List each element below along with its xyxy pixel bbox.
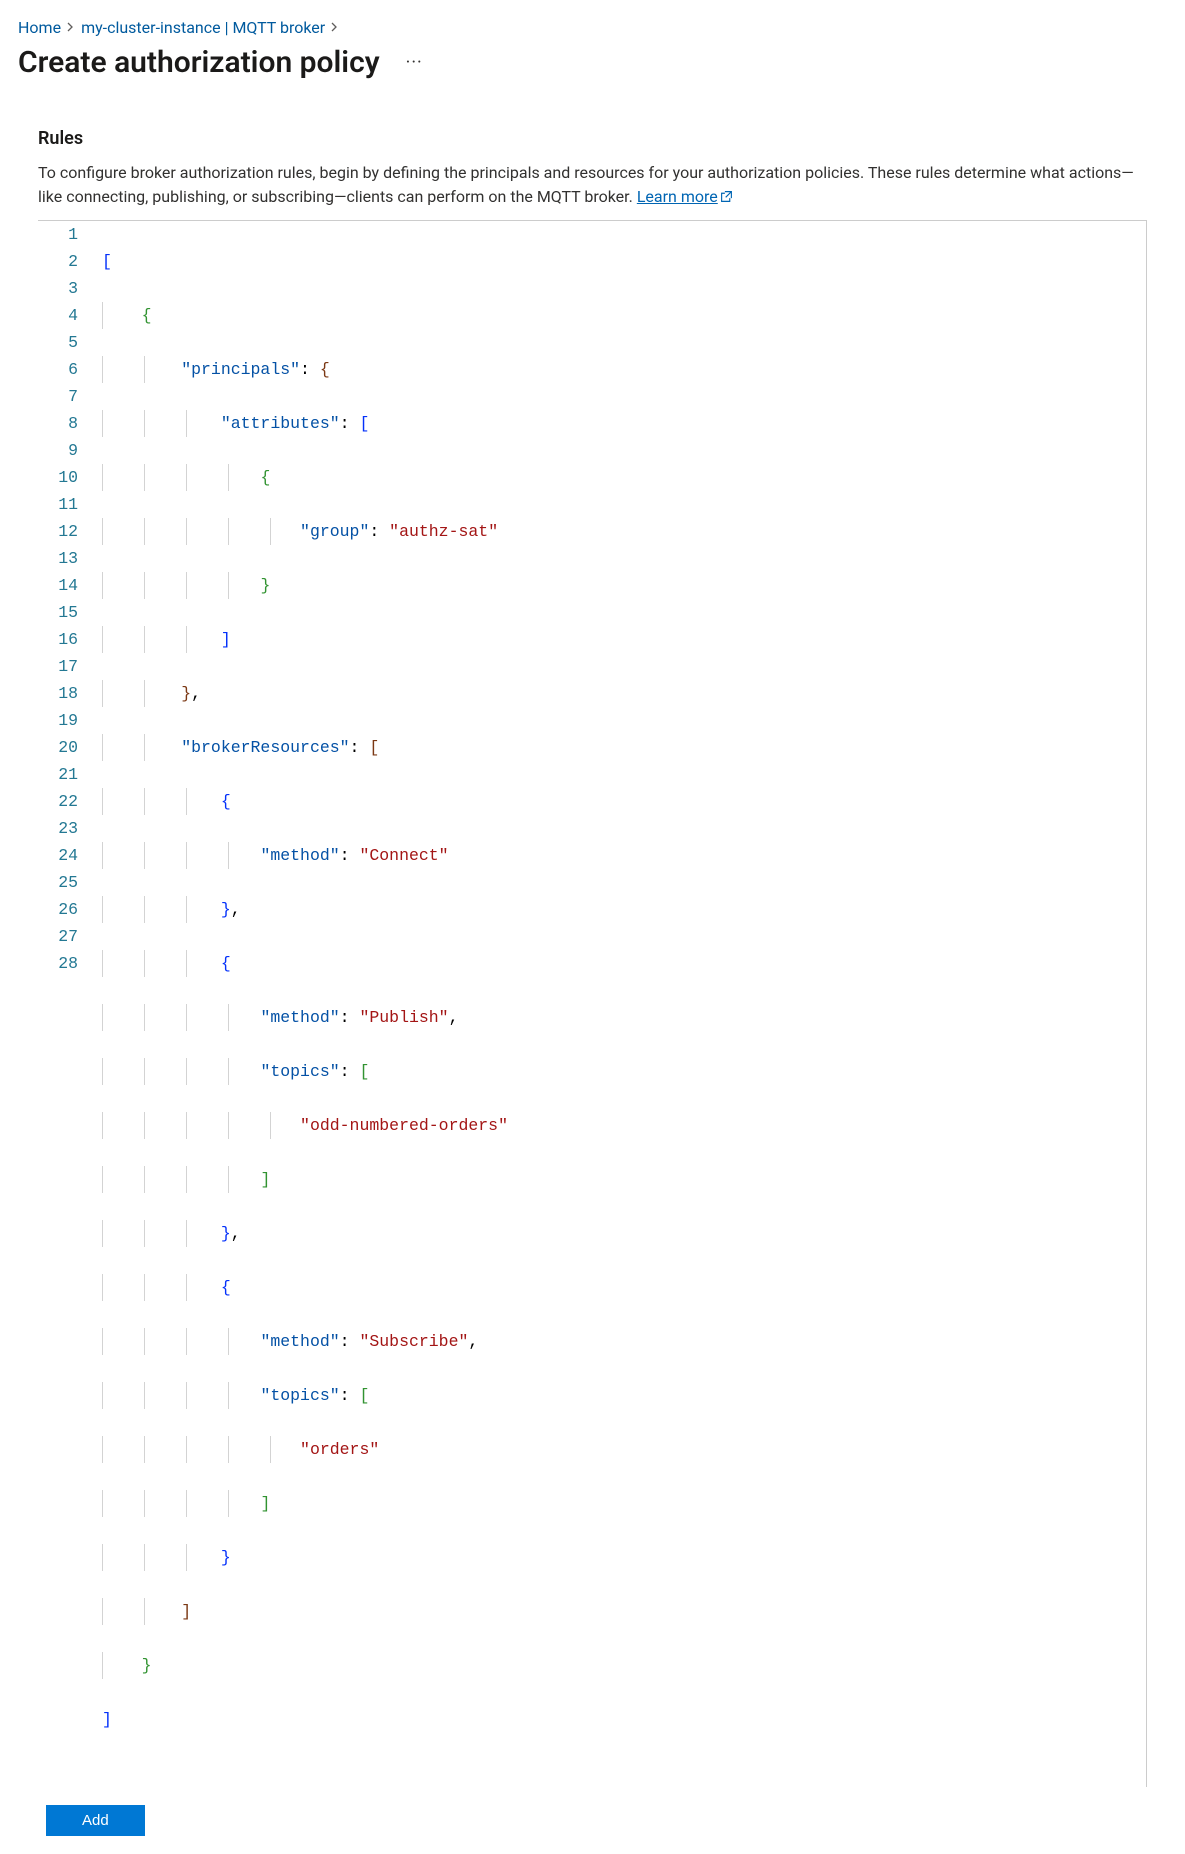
- line-number: 11: [56, 491, 78, 518]
- line-number: 17: [56, 653, 78, 680]
- line-number: 3: [56, 275, 78, 302]
- chevron-right-icon: [67, 20, 75, 36]
- more-actions-button[interactable]: ···: [398, 50, 431, 76]
- line-number: 5: [56, 329, 78, 356]
- chevron-right-icon: [331, 20, 339, 36]
- section-description-text: To configure broker authorization rules,…: [38, 163, 1134, 206]
- line-number: 12: [56, 518, 78, 545]
- line-number: 24: [56, 842, 78, 869]
- line-number-gutter: 1234567891011121314151617181920212223242…: [38, 221, 94, 1787]
- line-number: 8: [56, 410, 78, 437]
- line-number: 28: [56, 950, 78, 977]
- line-number: 9: [56, 437, 78, 464]
- line-number: 19: [56, 707, 78, 734]
- section-description: To configure broker authorization rules,…: [38, 161, 1147, 210]
- section-heading: Rules: [38, 128, 1147, 149]
- line-number: 4: [56, 302, 78, 329]
- line-number: 20: [56, 734, 78, 761]
- line-number: 18: [56, 680, 78, 707]
- line-number: 23: [56, 815, 78, 842]
- add-button[interactable]: Add: [46, 1805, 145, 1836]
- line-number: 6: [56, 356, 78, 383]
- line-number: 15: [56, 599, 78, 626]
- line-number: 14: [56, 572, 78, 599]
- line-number: 1: [56, 221, 78, 248]
- line-number: 25: [56, 869, 78, 896]
- line-number: 22: [56, 788, 78, 815]
- json-editor[interactable]: 1234567891011121314151617181920212223242…: [38, 220, 1147, 1787]
- breadcrumb-cluster[interactable]: my-cluster-instance | MQTT broker: [81, 18, 325, 37]
- rules-section: Rules To configure broker authorization …: [38, 128, 1147, 1836]
- learn-more-link[interactable]: Learn more: [637, 187, 733, 206]
- breadcrumb: Home my-cluster-instance | MQTT broker: [18, 18, 1167, 37]
- external-link-icon: [720, 186, 733, 210]
- line-number: 10: [56, 464, 78, 491]
- page-title: Create authorization policy: [18, 45, 380, 80]
- line-number: 27: [56, 923, 78, 950]
- line-number: 13: [56, 545, 78, 572]
- line-number: 16: [56, 626, 78, 653]
- line-number: 7: [56, 383, 78, 410]
- line-number: 26: [56, 896, 78, 923]
- line-number: 21: [56, 761, 78, 788]
- line-number: 2: [56, 248, 78, 275]
- breadcrumb-home[interactable]: Home: [18, 18, 61, 37]
- code-body[interactable]: [ { "principals": { "attributes": [ { "g…: [94, 221, 1146, 1787]
- page-title-row: Create authorization policy ···: [18, 45, 1167, 80]
